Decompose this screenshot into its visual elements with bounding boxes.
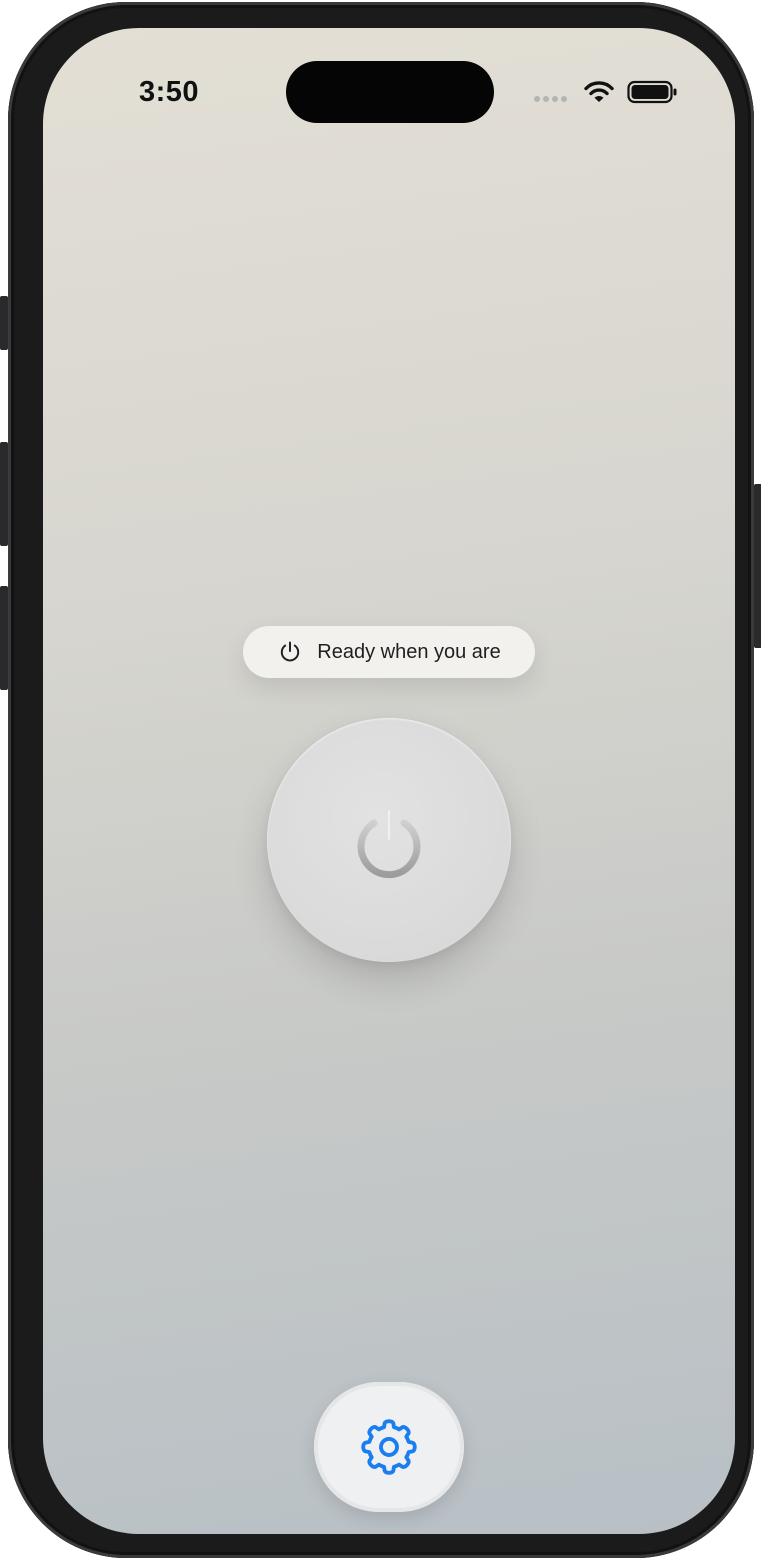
signal-dots-icon bbox=[534, 96, 567, 102]
status-pill-label: Ready when you are bbox=[317, 640, 501, 663]
action-button bbox=[0, 296, 8, 350]
settings-button[interactable] bbox=[314, 1382, 464, 1512]
gear-icon bbox=[361, 1419, 417, 1475]
power-button[interactable] bbox=[267, 718, 511, 962]
status-pill: Ready when you are bbox=[243, 626, 535, 678]
battery-icon bbox=[627, 80, 677, 104]
device-frame: 3:50 Ready when you are bbox=[0, 2, 761, 1558]
side-power-button bbox=[754, 484, 761, 648]
wifi-icon bbox=[584, 81, 614, 102]
screen: 3:50 Ready when you are bbox=[43, 28, 735, 1534]
volume-up-button bbox=[0, 442, 8, 546]
dynamic-island bbox=[286, 61, 494, 123]
power-icon bbox=[277, 639, 303, 665]
volume-down-button bbox=[0, 586, 8, 690]
power-icon bbox=[357, 807, 421, 879]
status-time: 3:50 bbox=[139, 76, 200, 108]
